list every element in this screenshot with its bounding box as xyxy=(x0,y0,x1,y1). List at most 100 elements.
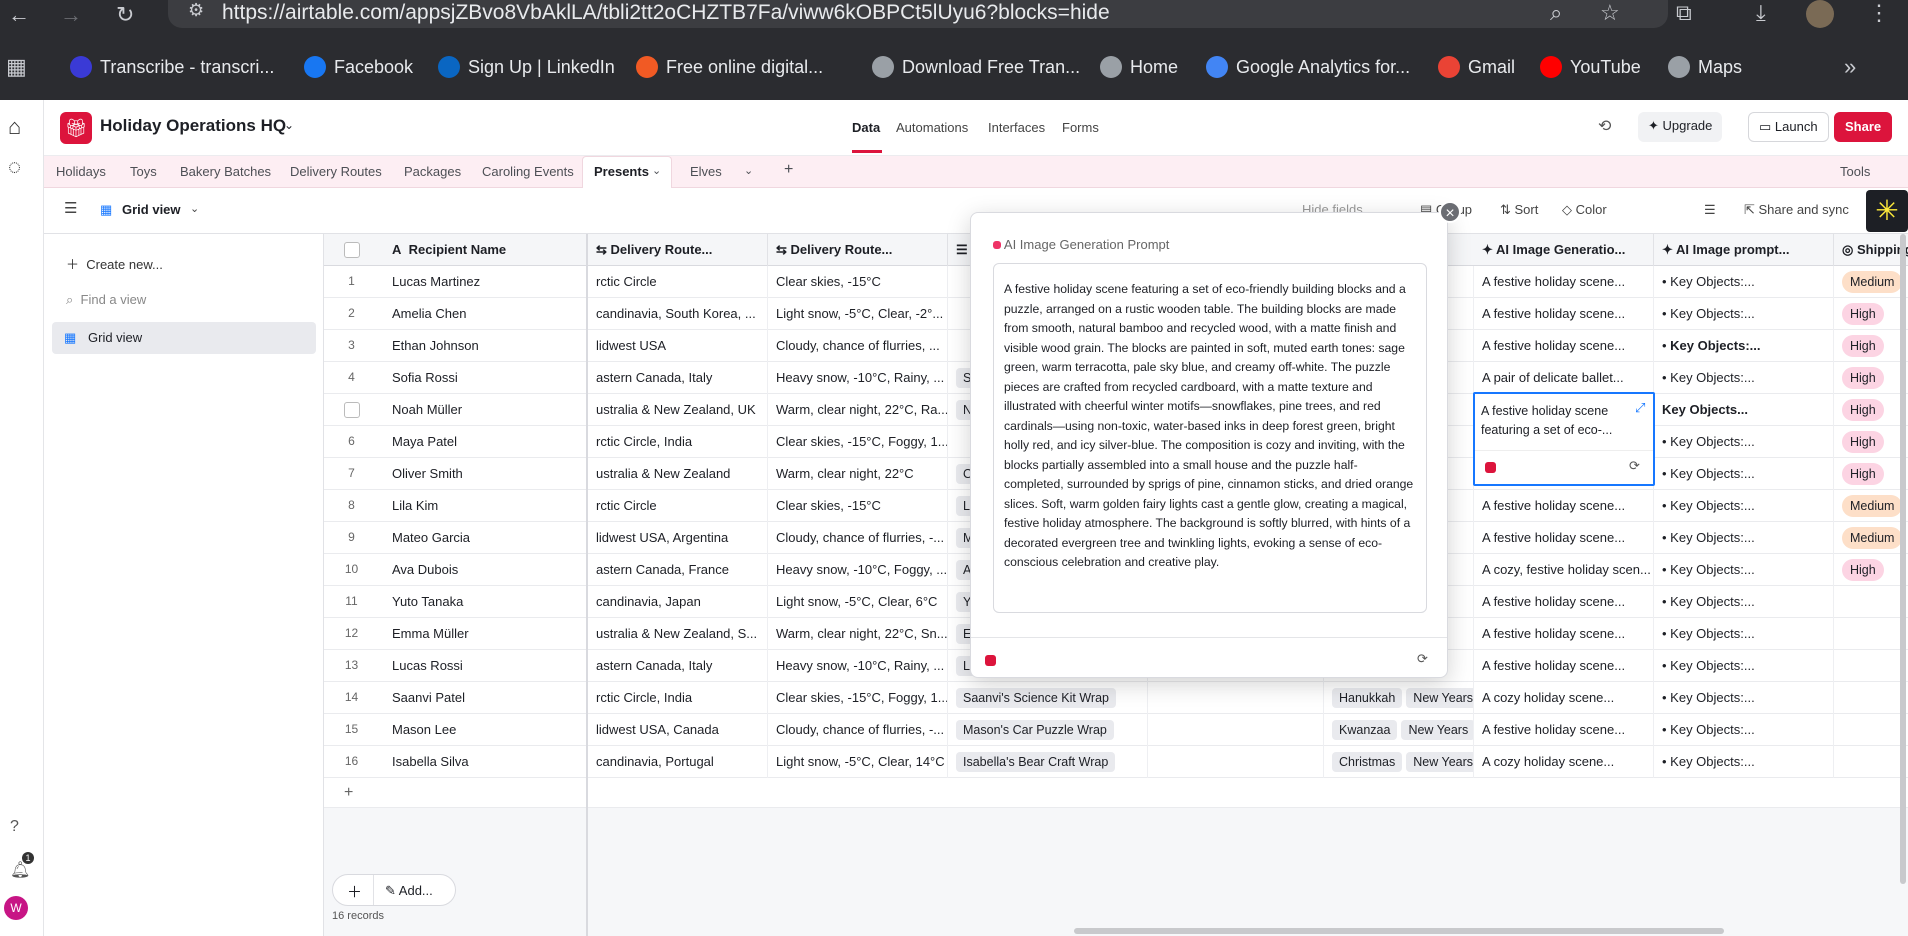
zoom-icon[interactable]: ⌕ xyxy=(1550,0,1562,26)
sidebar-toggle-icon[interactable]: ☰ xyxy=(64,199,77,217)
cell-shipping[interactable]: Medium xyxy=(1834,266,1908,298)
cell-route1[interactable]: astern Canada, France xyxy=(588,554,768,586)
bookmark-item[interactable]: Transcribe - transcri... xyxy=(70,56,274,78)
row-checkbox[interactable] xyxy=(344,402,360,418)
cell-empty[interactable] xyxy=(1148,682,1324,714)
cell-recipient[interactable]: Emma Müller xyxy=(384,618,588,650)
cell-route2[interactable]: Warm, clear night, 22°C, Ra... xyxy=(768,394,948,426)
cell-shipping[interactable]: Medium xyxy=(1834,490,1908,522)
cell-recipient[interactable]: Oliver Smith xyxy=(384,458,588,490)
find-view-input[interactable]: ⌕ Find a view xyxy=(66,292,146,308)
cell-shipping[interactable] xyxy=(1834,618,1908,650)
add-row[interactable]: + xyxy=(324,778,586,808)
table-row[interactable]: 15 Mason Lee lidwest USA, Canada Cloudy, ch… xyxy=(324,714,1908,746)
cell-ai-gen[interactable]: A festive holiday scene... xyxy=(1474,330,1654,362)
cell-route2[interactable]: Cloudy, chance of flurries, ... xyxy=(768,330,948,362)
menu-dots-icon[interactable]: ⋮ xyxy=(1868,0,1890,26)
cell-ai-prompt[interactable]: • Key Objects:... xyxy=(1654,298,1834,330)
cell-ai-prompt[interactable]: • Key Objects:... xyxy=(1654,426,1834,458)
cell-shipping[interactable] xyxy=(1834,586,1908,618)
cell-empty[interactable] xyxy=(1148,714,1324,746)
cell-route1[interactable]: rctic Circle, India xyxy=(588,426,768,458)
sort-button[interactable]: ⇅ Sort xyxy=(1500,202,1538,218)
bookmark-item[interactable]: Facebook xyxy=(304,56,413,78)
cell-empty[interactable] xyxy=(1148,746,1324,778)
cell-recipient[interactable]: Maya Patel xyxy=(384,426,588,458)
close-icon[interactable]: × xyxy=(1439,201,1461,223)
home-icon[interactable]: ⌂ xyxy=(8,114,21,140)
add-table-icon[interactable]: + xyxy=(784,161,793,179)
column-header-route2[interactable]: ⇆ Delivery Route... xyxy=(768,234,948,266)
reload-icon[interactable]: ↻ xyxy=(116,2,134,28)
cell-recipient[interactable]: Lucas Martinez xyxy=(384,266,588,298)
cell-ai-gen[interactable]: A festive holiday scene... xyxy=(1474,650,1654,682)
cell-route1[interactable]: astern Canada, Italy xyxy=(588,362,768,394)
cell-shipping[interactable] xyxy=(1834,714,1908,746)
profile-avatar[interactable] xyxy=(1806,0,1834,28)
cell-ai-gen[interactable]: A festive holiday scene... xyxy=(1474,618,1654,650)
cell-recipient[interactable]: Lucas Rossi xyxy=(384,650,588,682)
cell-pa[interactable]: Mason's Car Puzzle Wrap xyxy=(948,714,1148,746)
cell-holidays[interactable]: Christmas New Years xyxy=(1324,746,1474,778)
apps-grid-icon[interactable]: ▦ xyxy=(6,54,27,80)
cell-ai-prompt[interactable]: • Key Objects:... xyxy=(1654,714,1834,746)
cell-shipping[interactable]: High xyxy=(1834,362,1908,394)
vertical-scrollbar[interactable] xyxy=(1900,234,1906,884)
regenerate-icon[interactable]: ⟳ xyxy=(1629,458,1640,474)
bookmark-item[interactable]: Sign Up | LinkedIn xyxy=(438,56,615,78)
horizontal-scrollbar[interactable] xyxy=(1074,928,1724,934)
cell-route2[interactable]: Clear skies, -15°C, Foggy, 1... xyxy=(768,426,948,458)
table-row[interactable]: 14 Saanvi Patel rctic Circle, India Clear s… xyxy=(324,682,1908,714)
site-settings-icon[interactable]: ⚙ xyxy=(188,0,204,21)
cell-ai-prompt[interactable]: • Key Objects:... xyxy=(1654,682,1834,714)
chevron-down-icon[interactable]: ⌄ xyxy=(652,164,661,177)
cell-ai-gen[interactable]: A festive holiday scene... xyxy=(1474,298,1654,330)
expand-icon[interactable]: ⤢ xyxy=(1635,400,1645,416)
cell-route2[interactable]: Warm, clear night, 22°C xyxy=(768,458,948,490)
more-bookmarks-icon[interactable]: » xyxy=(1844,54,1856,80)
bookmark-item[interactable]: Gmail xyxy=(1438,56,1515,78)
add-record-icon[interactable]: ＋ xyxy=(347,881,362,902)
extension-icon[interactable]: ✳ xyxy=(1866,190,1908,232)
cell-holidays[interactable]: Kwanzaa New Years xyxy=(1324,714,1474,746)
popup-text-area[interactable]: A festive holiday scene featuring a set … xyxy=(993,263,1427,613)
tab-automations[interactable]: Automations xyxy=(896,120,968,135)
add-record-bar[interactable]: ＋ ✎ Add... xyxy=(332,874,456,906)
chevron-down-icon[interactable]: ⌄ xyxy=(284,118,294,132)
launch-button[interactable]: ▭ Launch xyxy=(1748,112,1829,142)
column-header-shipping[interactable]: ◎ Shipping xyxy=(1834,234,1908,266)
cell-ai-prompt[interactable]: • Key Objects:... xyxy=(1654,746,1834,778)
select-all-checkbox[interactable] xyxy=(344,242,360,258)
cell-route2[interactable]: Clear skies, -15°C xyxy=(768,266,948,298)
cell-ai-prompt[interactable]: • Key Objects:... xyxy=(1654,522,1834,554)
bookmark-item[interactable]: YouTube xyxy=(1540,56,1641,78)
cell-ai-gen[interactable]: A festive holiday scene... xyxy=(1474,490,1654,522)
forward-icon[interactable]: → xyxy=(60,2,82,28)
cell-route1[interactable]: ustralia & New Zealand, S... xyxy=(588,618,768,650)
cell-ai-prompt[interactable]: • Key Objects:... xyxy=(1654,330,1834,362)
cell-route2[interactable]: Clear skies, -15°C xyxy=(768,490,948,522)
focused-cell[interactable]: A festive holiday scene featuring a set … xyxy=(1473,392,1655,486)
bookmark-item[interactable]: Google Analytics for... xyxy=(1206,56,1410,78)
add-row-icon[interactable]: + xyxy=(344,784,353,802)
history-icon[interactable]: ⟲ xyxy=(1598,116,1611,136)
gift-icon[interactable]: 🎁︎ xyxy=(60,112,92,144)
cell-route1[interactable]: lidwest USA xyxy=(588,330,768,362)
cell-route2[interactable]: Heavy snow, -10°C, Foggy, ... xyxy=(768,554,948,586)
tab-interfaces[interactable]: Interfaces xyxy=(988,120,1045,135)
share-sync-button[interactable]: ⇱ Share and sync xyxy=(1744,202,1849,218)
ai-add-button[interactable]: ✎ Add... xyxy=(385,883,433,899)
column-header-route1[interactable]: ⇆ Delivery Route... xyxy=(588,234,768,266)
cell-route1[interactable]: ustralia & New Zealand xyxy=(588,458,768,490)
table-tab-presents[interactable]: Presents xyxy=(594,164,649,179)
share-button[interactable]: Share xyxy=(1834,112,1893,142)
cell-recipient[interactable]: Mason Lee xyxy=(384,714,588,746)
cell-holidays[interactable]: Hanukkah New Years xyxy=(1324,682,1474,714)
column-header-ai-gen[interactable]: ✦ AI Image Generatio... xyxy=(1474,234,1654,266)
upgrade-button[interactable]: ✦ Upgrade xyxy=(1638,112,1723,142)
cell-ai-prompt[interactable]: • Key Objects:... xyxy=(1654,650,1834,682)
cell-shipping[interactable]: High xyxy=(1834,330,1908,362)
cell-route2[interactable]: Cloudy, chance of flurries, -... xyxy=(768,522,948,554)
cell-recipient[interactable]: Ava Dubois xyxy=(384,554,588,586)
column-header-ai-prompt[interactable]: ✦ AI Image prompt... xyxy=(1654,234,1834,266)
